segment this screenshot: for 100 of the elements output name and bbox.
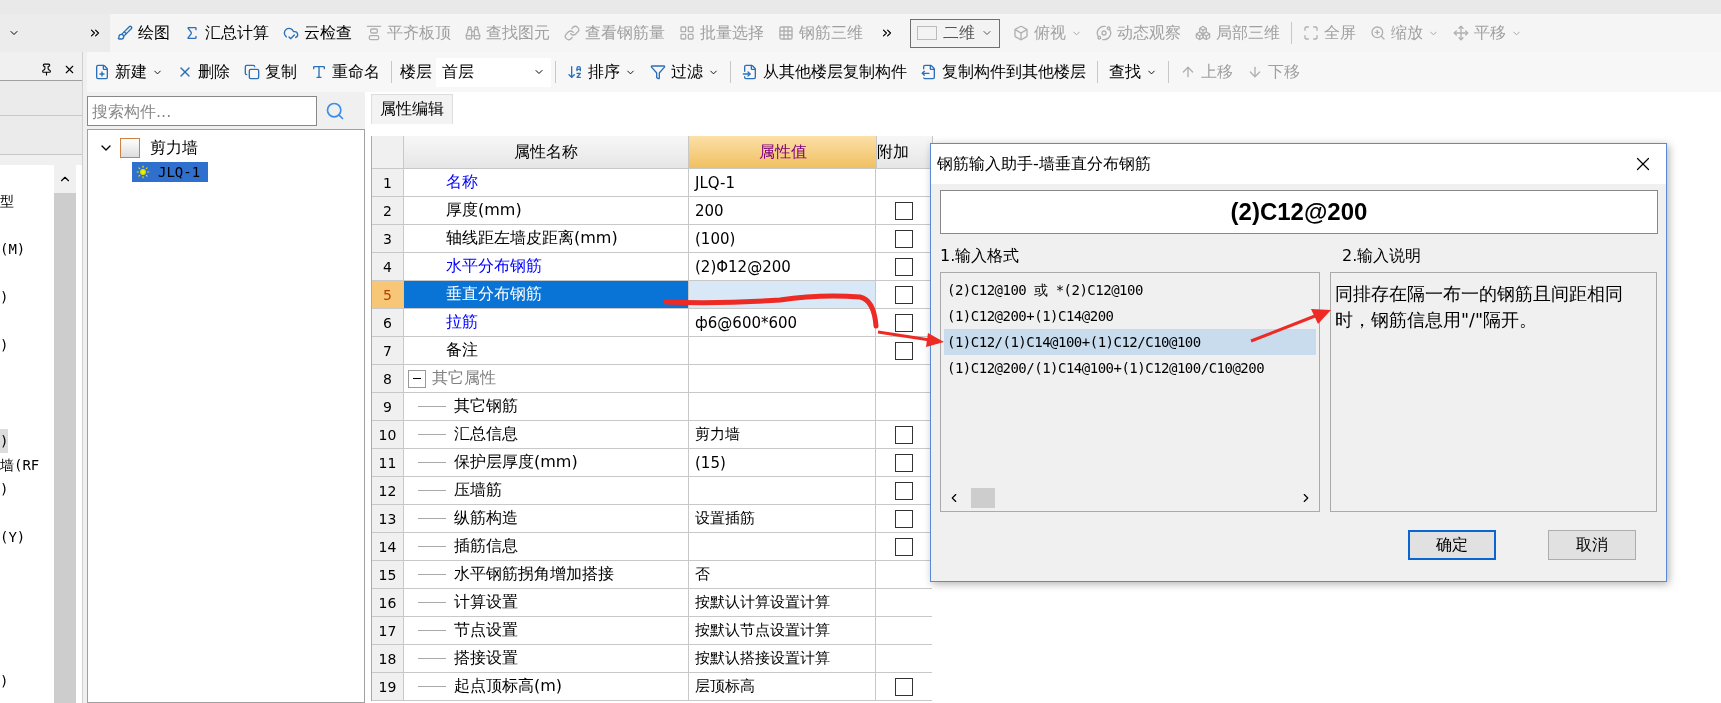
dropdown-button[interactable]: 排序 [560,59,643,85]
dropdown-button[interactable]: 新建 [87,59,170,85]
list-item[interactable]: (1)C12/(1)C14@100+(1)C12/C10@100 [944,329,1316,355]
toolbar-button[interactable]: 重命名 [304,59,387,85]
tree-line [418,490,446,491]
copy-icon [244,64,260,80]
row-number: 10 [372,421,404,448]
collapse-icon[interactable] [408,369,426,388]
binoculars-icon [465,25,481,41]
tree-line [418,686,446,687]
row-number: 16 [372,589,404,616]
row-number: 7 [372,337,404,364]
checkbox[interactable] [894,257,913,276]
dropdown-button[interactable]: 查找 [1102,59,1164,85]
sort-icon [567,64,583,80]
toolbar-button[interactable]: 绘图 [110,20,177,46]
orbit-icon [1096,25,1112,41]
floor-label: 楼层 [399,61,433,83]
column-header[interactable]: 附加 [877,136,933,168]
checkbox[interactable] [894,341,913,360]
row-number: 8 [372,365,404,392]
section-label: 2.输入说明 [1341,246,1423,267]
square-icon [917,26,937,40]
row-number: 1 [372,169,404,196]
overflow-icon[interactable] [88,26,102,40]
cube-icon [1013,25,1029,41]
search-field[interactable]: 搜索构件... [87,96,317,126]
row-number: 9 [372,393,404,420]
search-icon[interactable] [325,101,345,121]
view-select[interactable]: 二维 [910,18,1000,48]
filter-icon [650,64,666,80]
dialog-title: 钢筋输入助手-墙垂直分布钢筋 [937,153,1151,175]
tree-item[interactable]: JLQ-1 [132,162,209,182]
list-item[interactable]: 墙(RF [0,453,40,477]
row-number: 4 [372,253,404,280]
scroll-thumb[interactable] [971,488,995,508]
toolbar-button[interactable]: 汇总计算 [177,20,276,46]
checkbox[interactable] [894,537,913,556]
checkbox[interactable] [894,229,913,248]
toolbar-button[interactable]: 复制 [237,59,304,85]
checkbox[interactable] [894,285,913,304]
link-icon [564,25,580,41]
overflow-icon[interactable] [880,26,894,40]
cloud-check-icon [283,25,299,41]
tree-line [418,518,446,519]
tree-line [418,602,446,603]
new-file-icon [94,64,110,80]
file-export-icon [921,64,937,80]
row-number: 19 [372,673,404,700]
brush-icon [117,25,133,41]
list-item[interactable]: ) [0,285,9,309]
dropdown-button[interactable]: 过滤 [643,59,726,85]
checkbox[interactable] [894,677,913,696]
checkbox[interactable] [894,509,913,528]
toolbar-button[interactable]: 复制构件到其他楼层 [914,59,1093,85]
list-item[interactable]: (2)C12@100 或 *(2)C12@100 [944,277,1316,303]
checkbox[interactable] [894,201,913,220]
list-item[interactable]: ) [0,429,9,453]
tab[interactable]: 属性编辑 [371,94,453,124]
tree-item[interactable]: 剪力墙 [146,135,206,161]
row-number: 3 [372,225,404,252]
input-field[interactable]: (2)C12@200 [940,190,1658,234]
column-header[interactable]: 属性名称 [404,136,689,168]
list-item[interactable]: ) [0,333,9,357]
column-header[interactable]: 属性值 [689,136,877,168]
rename-icon [311,64,327,80]
pin-icon[interactable] [40,62,53,76]
row-number: 13 [372,505,404,532]
row-number: 6 [372,309,404,336]
tree-line [418,574,446,575]
toolbar-button[interactable]: 从其他楼层复制构件 [735,59,914,85]
tree-line [418,406,446,407]
file-import-icon [742,64,758,80]
list-item[interactable]: ) [0,669,9,693]
tree-line [418,462,446,463]
checkbox[interactable] [894,313,913,332]
property-name-cell[interactable]: 垂直分布钢筋 [404,281,689,308]
list-item[interactable]: (M) [0,237,26,261]
list-item[interactable]: (1)C12@200+(1)C14@200 [944,303,1316,329]
row-number: 14 [372,533,404,560]
toolbar-button[interactable]: 云检查 [276,20,359,46]
floor-select[interactable]: 首层 [436,57,551,87]
row-number: 17 [372,617,404,644]
checkbox[interactable] [894,453,913,472]
dialog-button[interactable]: 确定 [1408,530,1496,560]
tree-line [418,546,446,547]
scrollbar[interactable] [54,165,76,703]
grid-icon [778,25,794,41]
zoom-icon [1370,25,1386,41]
list-item[interactable]: 型 [0,189,14,213]
description-text: 同排存在隔一布一的钢筋且间距相同时，钢筋信息用"/"隔开。 [1330,272,1657,512]
row-number: 12 [372,477,404,504]
list-item[interactable]: ) [0,477,9,501]
checkbox[interactable] [894,425,913,444]
list-item[interactable]: (Y) [0,525,26,549]
checkbox[interactable] [894,481,913,500]
toolbar-button[interactable]: 删除 [170,59,237,85]
dialog-button[interactable]: 取消 [1548,530,1636,560]
sigma-icon [184,25,200,41]
list-item[interactable]: (1)C12@200/(1)C14@100+(1)C12@100/C10@200 [944,355,1316,381]
